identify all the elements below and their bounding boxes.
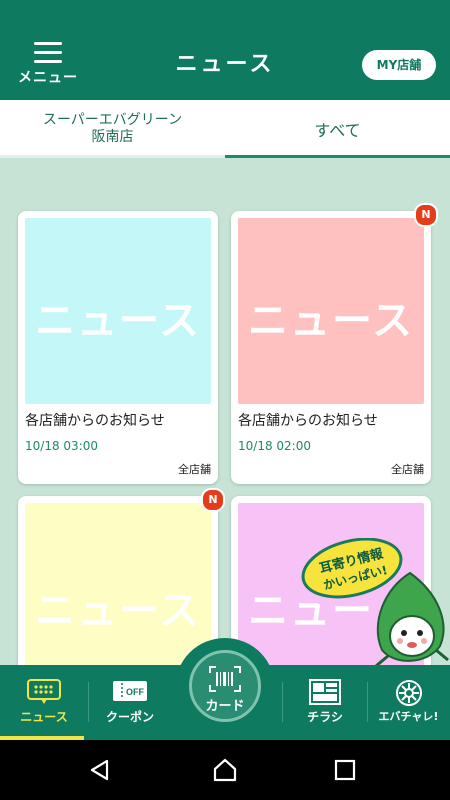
barcode-icon bbox=[209, 666, 241, 692]
home-icon[interactable] bbox=[212, 757, 238, 783]
tab-all[interactable]: すべて bbox=[225, 100, 450, 158]
thumbnail-text: ニュース bbox=[35, 298, 201, 344]
chat-icon bbox=[27, 679, 61, 704]
new-badge: N bbox=[201, 488, 225, 512]
my-store-button[interactable]: MY店舗 bbox=[362, 50, 436, 80]
flyer-icon bbox=[309, 679, 341, 705]
nav-news-label: ニュース bbox=[20, 710, 68, 724]
coupon-icon: OFF bbox=[113, 681, 147, 701]
news-store: 全店舗 bbox=[391, 463, 424, 476]
thumbnail-text: ニュース bbox=[248, 298, 414, 344]
back-icon[interactable] bbox=[88, 758, 112, 782]
recent-apps-icon[interactable] bbox=[334, 759, 356, 781]
news-title: 各店舗からのお知らせ bbox=[25, 413, 165, 429]
nav-challenge-label: エバチャレ! bbox=[378, 710, 439, 723]
news-thumbnail: ニュース bbox=[238, 218, 424, 404]
news-title: 各店舗からのお知らせ bbox=[238, 413, 378, 429]
news-card[interactable]: ニュース 各店舗からのお知らせ 10/18 02:00 全店舗 bbox=[231, 211, 431, 484]
nav-news[interactable]: ニュース bbox=[0, 665, 88, 740]
nav-card-button[interactable]: カード bbox=[189, 650, 261, 722]
tab-active-indicator bbox=[225, 155, 450, 158]
app-header: メニュー ニュース MY店舗 bbox=[0, 0, 450, 100]
nav-flyer-label: チラシ bbox=[307, 710, 343, 724]
news-date: 10/18 02:00 bbox=[238, 439, 311, 453]
tab-all-label: すべて bbox=[314, 121, 361, 140]
mascot-character[interactable]: 耳寄り情報 かいっぱい! bbox=[300, 537, 450, 668]
store-tabs: スーパーエバグリーン 阪南店 すべて bbox=[0, 100, 450, 158]
nav-coupon[interactable]: OFF クーポン bbox=[88, 665, 172, 740]
tab-divider bbox=[0, 155, 225, 158]
news-date: 10/18 03:00 bbox=[25, 439, 98, 453]
news-store: 全店舗 bbox=[178, 463, 211, 476]
nav-coupon-label: クーポン bbox=[105, 710, 154, 724]
challenge-icon bbox=[395, 680, 422, 706]
news-thumbnail: ニュース bbox=[25, 218, 211, 404]
tab-store[interactable]: スーパーエバグリーン 阪南店 bbox=[0, 100, 225, 158]
news-card[interactable]: ニュース 各店舗からのお知らせ 10/18 03:00 全店舗 bbox=[18, 211, 218, 484]
nav-flyer[interactable]: チラシ bbox=[283, 665, 367, 740]
new-badge: N bbox=[414, 203, 438, 227]
system-nav-bar bbox=[0, 740, 450, 800]
nav-card-label: カード bbox=[205, 699, 245, 714]
tab-store-label: スーパーエバグリーン 阪南店 bbox=[42, 112, 183, 145]
nav-challenge[interactable]: エバチャレ! bbox=[367, 665, 450, 740]
thumbnail-text: ニュース bbox=[35, 588, 201, 634]
coupon-off-text: OFF bbox=[126, 687, 144, 697]
